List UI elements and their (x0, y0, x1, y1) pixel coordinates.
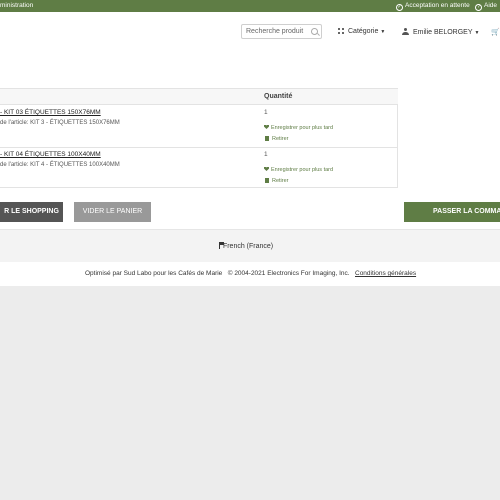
user-name: Emilie BELORGEY (413, 29, 473, 36)
save-for-later-link[interactable]: Enregistrer pour plus tard (264, 125, 333, 131)
help-label: Aide (484, 2, 498, 9)
help-link[interactable]: ? Aide (475, 2, 497, 11)
product-description: de l'article: KIT 3 - ÉTIQUETTES 150X76M… (0, 120, 120, 126)
remove-link[interactable]: Retirer (264, 178, 289, 184)
continue-shopping-button[interactable]: R LE SHOPPING (0, 202, 63, 222)
cart-icon[interactable]: 🛒 (491, 28, 500, 36)
checkout-button[interactable]: PASSER LA COMMA (404, 202, 500, 222)
table-header: Quantité (0, 89, 398, 105)
quantity-value: 1 (264, 109, 268, 116)
search-icon[interactable] (311, 28, 318, 35)
flag-icon (219, 242, 224, 249)
search-input[interactable]: Recherche produit (241, 24, 322, 39)
product-link[interactable]: - KIT 04 ÉTIQUETTES 100X40MM (0, 151, 101, 158)
category-label: Catégorie (348, 28, 379, 35)
save-for-later-link[interactable]: Enregistrer pour plus tard (264, 167, 333, 173)
heart-icon (264, 167, 269, 171)
table-row: - KIT 03 ÉTIQUETTES 150X76MM de l'articl… (0, 105, 398, 148)
chevron-down-icon: ▼ (380, 29, 386, 35)
language-bar: French (France) (0, 229, 500, 263)
user-menu[interactable]: Emilie BELORGEY ▼ (402, 28, 479, 36)
cart-table: Quantité - KIT 03 ÉTIQUETTES 150X76MM de… (0, 88, 398, 188)
check-circle-icon: ✓ (396, 4, 403, 11)
chevron-down-icon: ▼ (474, 30, 480, 36)
approval-status[interactable]: ✓ Acceptation en attente (396, 2, 470, 11)
remove-link[interactable]: Retirer (264, 136, 289, 142)
trash-icon (265, 178, 269, 183)
quantity-column-header: Quantité (264, 93, 293, 100)
language-label: French (France) (222, 243, 274, 250)
product-link[interactable]: - KIT 03 ÉTIQUETTES 150X76MM (0, 109, 101, 116)
save-for-later-label: Enregistrer pour plus tard (271, 167, 334, 173)
search-placeholder: Recherche produit (246, 28, 304, 35)
top-admin-bar: ministration ✓ Acceptation en attente ? Ai… (0, 0, 500, 12)
remove-label: Retirer (272, 136, 289, 142)
remove-label: Retirer (272, 178, 289, 184)
question-icon: ? (475, 4, 482, 11)
site-header: Recherche produit Catégorie ▼ Emilie BELO… (0, 12, 500, 50)
footer-credit: Optimisé par Sud Labo pour les Cafés de … (85, 270, 223, 277)
trash-icon (265, 136, 269, 141)
approval-status-label: Acceptation en attente (405, 2, 470, 9)
footer-copyright: © 2004-2021 Electronics For Imaging, Inc… (227, 270, 350, 277)
user-icon (402, 28, 409, 35)
quantity-value: 1 (264, 151, 268, 158)
table-row: - KIT 04 ÉTIQUETTES 100X40MM de l'articl… (0, 147, 398, 189)
product-description: de l'article: KIT 4 - ÉTIQUETTES 100X40M… (0, 162, 120, 168)
grid-icon (338, 28, 344, 34)
heart-icon (264, 125, 269, 129)
save-for-later-label: Enregistrer pour plus tard (271, 125, 334, 131)
site-footer: Optimisé par Sud Labo pour les Cafés de … (0, 262, 500, 286)
terms-link[interactable]: Conditions générales (355, 270, 416, 277)
language-selector[interactable]: French (France) (219, 242, 273, 250)
empty-cart-button[interactable]: VIDER LE PANIER (74, 202, 151, 222)
administration-link[interactable]: ministration (0, 2, 33, 9)
cart-page: Quantité - KIT 03 ÉTIQUETTES 150X76MM de… (0, 49, 500, 229)
category-menu[interactable]: Catégorie ▼ (338, 28, 385, 35)
